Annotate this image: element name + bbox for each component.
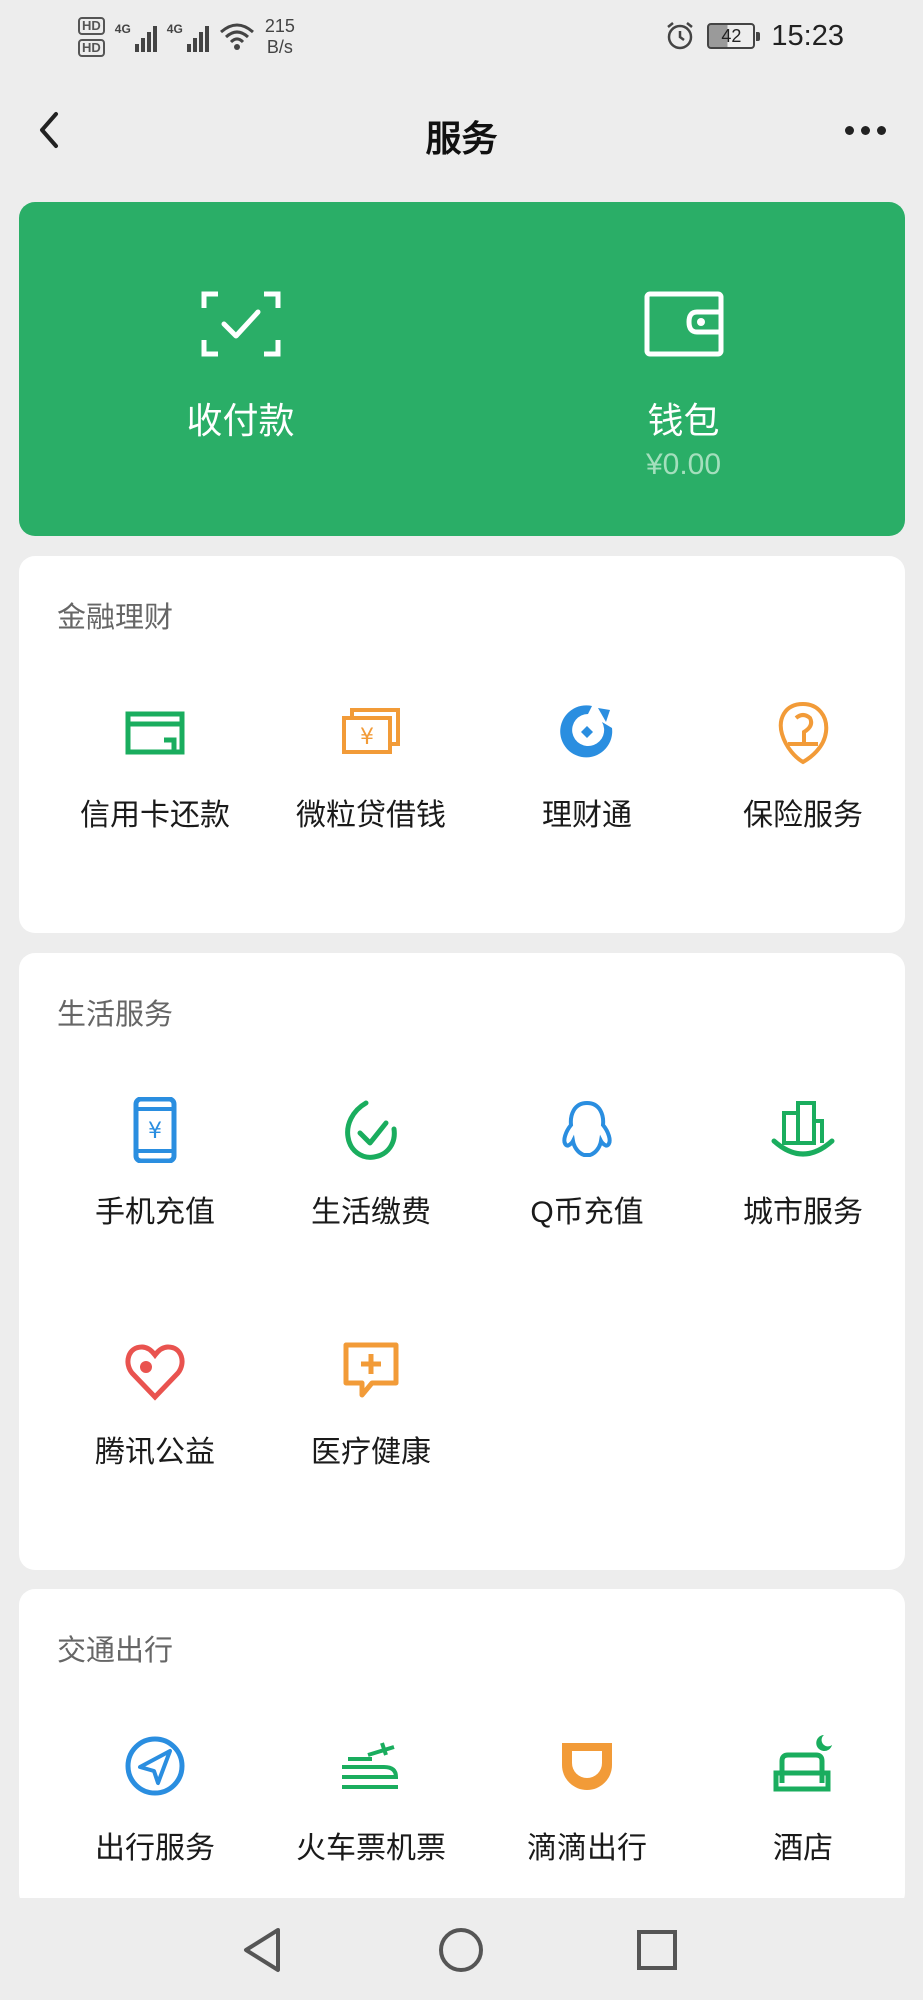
network-speed-value: 215 <box>264 16 295 36</box>
grid-item-label: 保险服务 <box>743 799 863 832</box>
medical-icon <box>343 1342 399 1398</box>
grid-item-travel[interactable]: 出行服务 <box>47 1733 263 1873</box>
grid-item-label: 滴滴出行 <box>527 1832 647 1865</box>
grid-item-label: 出行服务 <box>95 1832 215 1865</box>
grid-item-qq-coin[interactable]: Q币充值 <box>479 1097 695 1237</box>
grid-item-didi[interactable]: 滴滴出行 <box>479 1733 695 1873</box>
signal-sim1-icon: 4G <box>115 22 157 52</box>
status-bar: HD HD 4G 4G 215 B/s 42 15:23 <box>0 0 923 72</box>
travel-navigation-icon <box>125 1736 185 1796</box>
grid-item-insurance[interactable]: 保险服务 <box>695 700 911 840</box>
svg-text:¥: ¥ <box>360 725 374 750</box>
more-options-button[interactable] <box>835 110 895 150</box>
charity-icon <box>125 1344 185 1401</box>
grid-item-label: 火车票机票 <box>296 1832 446 1865</box>
triangle-back-icon <box>244 1928 280 1972</box>
utility-payment-icon <box>345 1100 397 1160</box>
grid-item-label: 腾讯公益 <box>95 1436 215 1469</box>
section-title: 交通出行 <box>57 1635 174 1667</box>
section-life-services: 生活服务 ¥ 手机充值 生活缴费 Q币充值 城市服务 腾讯公益 医疗健康 <box>19 953 905 1570</box>
hd-indicators: HD HD <box>78 17 105 57</box>
wallet-label: 钱包 <box>647 400 720 441</box>
qq-coin-icon <box>562 1100 612 1157</box>
grid-item-phone-recharge[interactable]: ¥ 手机充值 <box>47 1097 263 1237</box>
battery-indicator: 42 <box>707 23 761 49</box>
credit-card-icon <box>125 711 185 755</box>
grid-item-label: 理财通 <box>542 799 632 832</box>
receive-pay-button[interactable]: 收付款 <box>19 202 462 536</box>
hd-badge-1: HD <box>78 17 105 35</box>
header: 服务 <box>0 90 923 170</box>
scan-pay-icon <box>201 291 280 357</box>
section-finance: 金融理财 信用卡还款 ¥ 微粒贷借钱 理财通 保险服务 <box>19 556 905 933</box>
svg-text:¥: ¥ <box>148 1119 162 1144</box>
status-time: 15:23 <box>771 19 844 52</box>
nav-recents-button[interactable] <box>627 1920 687 1980</box>
grid-item-label: 手机充值 <box>95 1196 215 1229</box>
section-title: 生活服务 <box>57 999 174 1031</box>
more-dot-icon <box>844 125 854 135</box>
grid-item-train-plane[interactable]: 火车票机票 <box>263 1733 479 1873</box>
alarm-icon <box>667 22 694 50</box>
city-service-icon <box>771 1101 835 1157</box>
grid-item-hotel[interactable]: 酒店 <box>695 1733 911 1873</box>
grid-item-label: Q币充值 <box>530 1196 644 1229</box>
more-dot-icon <box>876 125 886 135</box>
grid-item-utility[interactable]: 生活缴费 <box>263 1097 479 1237</box>
grid-item-city-service[interactable]: 城市服务 <box>695 1097 911 1237</box>
didi-icon <box>562 1743 612 1790</box>
loan-icon: ¥ <box>342 708 400 754</box>
sim1-network-label: 4G <box>114 22 131 36</box>
nav-back-button[interactable] <box>234 1920 294 1980</box>
status-bar-right: 42 15:23 <box>665 14 844 58</box>
grid-item-label: 信用卡还款 <box>80 799 230 832</box>
grid-item-wealth[interactable]: 理财通 <box>479 700 695 840</box>
grid-item-label: 城市服务 <box>743 1196 863 1229</box>
nav-home-button[interactable] <box>431 1920 491 1980</box>
wifi-icon <box>219 23 254 50</box>
wallet-balance: ¥0.00 <box>645 448 722 481</box>
section-transport: 交通出行 出行服务 火车票机票 滴滴出行 酒店 <box>19 1589 905 1909</box>
grid-item-label: 医疗健康 <box>311 1436 431 1469</box>
network-speed-unit: B/s <box>266 37 293 57</box>
grid-item-loan[interactable]: ¥ 微粒贷借钱 <box>263 700 479 840</box>
grid-item-charity[interactable]: 腾讯公益 <box>47 1337 263 1477</box>
section-title: 金融理财 <box>57 602 174 634</box>
phone-recharge-icon: ¥ <box>133 1097 177 1163</box>
payment-card: 收付款 钱包 ¥0.00 <box>19 202 905 536</box>
wallet-icon <box>644 291 723 357</box>
signal-sim2-icon: 4G <box>167 22 209 52</box>
sim2-network-label: 4G <box>166 22 183 36</box>
grid-item-label: 酒店 <box>773 1832 833 1865</box>
grid-item-credit-card[interactable]: 信用卡还款 <box>47 700 263 840</box>
hd-badge-2: HD <box>78 39 105 57</box>
square-recents-icon <box>637 1930 677 1970</box>
hotel-icon <box>773 1735 832 1792</box>
network-speed: 215 B/s <box>265 16 295 58</box>
receive-pay-label: 收付款 <box>186 400 295 441</box>
wallet-button[interactable]: 钱包 ¥0.00 <box>462 202 905 536</box>
grid-item-label: 微粒贷借钱 <box>296 799 446 832</box>
insurance-icon <box>778 701 829 765</box>
circle-home-icon <box>439 1928 483 1972</box>
system-nav-bar <box>0 1898 923 2000</box>
page-title: 服务 <box>425 118 498 159</box>
grid-item-medical[interactable]: 医疗健康 <box>263 1337 479 1477</box>
grid-item-label: 生活缴费 <box>311 1196 431 1229</box>
wealth-icon <box>560 705 613 758</box>
more-dot-icon <box>860 125 870 135</box>
status-bar-left: HD HD 4G 4G 215 B/s <box>78 12 295 62</box>
train-plane-ticket-icon <box>342 1742 399 1789</box>
